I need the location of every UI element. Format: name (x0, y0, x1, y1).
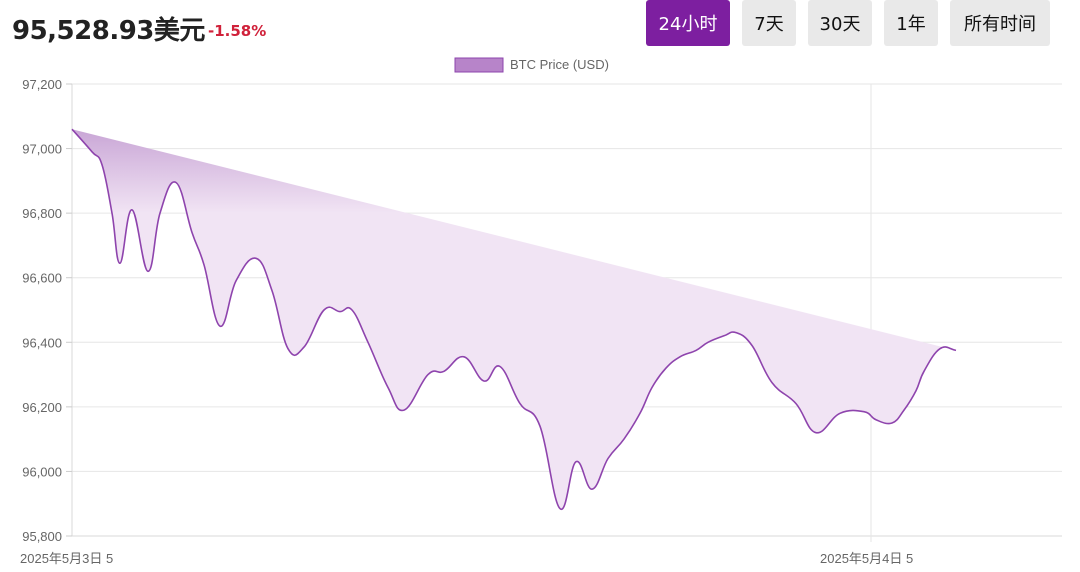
price-point (321, 307, 327, 313)
y-tick-label: 96,600 (22, 271, 62, 286)
x-tick-label: 2025年5月3日 5 (20, 551, 113, 566)
price-point (989, 0, 995, 3)
price-point (497, 364, 503, 370)
price-point (1001, 0, 1007, 3)
price-point (901, 407, 907, 413)
price-point (677, 354, 683, 360)
price-point (1029, 0, 1035, 3)
price-point (705, 339, 711, 345)
price-point (937, 346, 943, 352)
price-point (637, 410, 643, 416)
price-point (269, 288, 275, 294)
y-tick-label: 97,200 (22, 77, 62, 92)
price-point (913, 388, 919, 394)
price-point (769, 380, 775, 386)
chart-legend: BTC Price (USD) (454, 57, 609, 73)
price-point (117, 260, 123, 266)
price-point (157, 210, 163, 216)
price-point (173, 180, 179, 186)
price-point (1013, 0, 1019, 3)
price-point (649, 385, 655, 391)
price-point (973, 352, 979, 358)
price-point (861, 409, 867, 415)
price-point (253, 255, 259, 261)
price-point (233, 278, 239, 284)
price-point (537, 423, 543, 429)
price-point (385, 385, 391, 391)
price-point (461, 354, 467, 360)
y-tick-label: 97,000 (22, 142, 62, 157)
y-tick-label: 96,200 (22, 400, 62, 415)
price-point (217, 323, 223, 329)
price-point (517, 401, 523, 407)
y-tick-label: 95,800 (22, 529, 62, 544)
price-point (89, 149, 95, 155)
price-point (953, 347, 959, 353)
price-point (285, 346, 291, 352)
x-axis: 2025年5月3日 5 2025年5月4日 5 (20, 551, 913, 566)
price-point (557, 506, 563, 512)
price-point (721, 333, 727, 339)
price-point (605, 456, 611, 462)
price-point (873, 417, 879, 423)
price-point (441, 368, 447, 374)
price-point (621, 436, 627, 442)
y-tick-label: 96,800 (22, 206, 62, 221)
price-point (481, 378, 487, 384)
price-point (749, 343, 755, 349)
price-point (733, 330, 739, 336)
price-point (837, 410, 843, 416)
price-point (109, 210, 115, 216)
price-point (889, 420, 895, 426)
price-point (663, 365, 669, 371)
price-point (589, 486, 595, 492)
price-point (99, 162, 105, 168)
price-point (129, 207, 135, 213)
legend-swatch (454, 57, 504, 73)
price-point (349, 307, 355, 313)
price-point (189, 230, 195, 236)
price-point (145, 268, 151, 274)
price-point (425, 372, 431, 378)
y-tick-label: 96,000 (22, 464, 62, 479)
price-point (693, 347, 699, 353)
legend-label: BTC Price (USD) (510, 57, 609, 72)
x-tick-label: 2025年5月4日 5 (820, 551, 913, 566)
price-point (401, 407, 407, 413)
price-point (921, 368, 927, 374)
price-point (337, 309, 343, 315)
price-point (201, 262, 207, 268)
price-point (301, 344, 307, 350)
price-area-fill (72, 129, 956, 510)
price-point (365, 339, 371, 345)
price-point (1059, 0, 1065, 3)
price-point (69, 126, 75, 132)
price-point (573, 459, 579, 465)
y-tick-label: 96,400 (22, 335, 62, 350)
price-point (813, 430, 819, 436)
price-point (1045, 0, 1051, 3)
y-axis: 95,800 96,000 96,200 96,400 96,600 96,800 97,0… (22, 77, 72, 544)
price-point (793, 401, 799, 407)
btc-price-chart: BTC Price (USD) 95,800 96,000 96,200 96,400… (20, 0, 1065, 566)
